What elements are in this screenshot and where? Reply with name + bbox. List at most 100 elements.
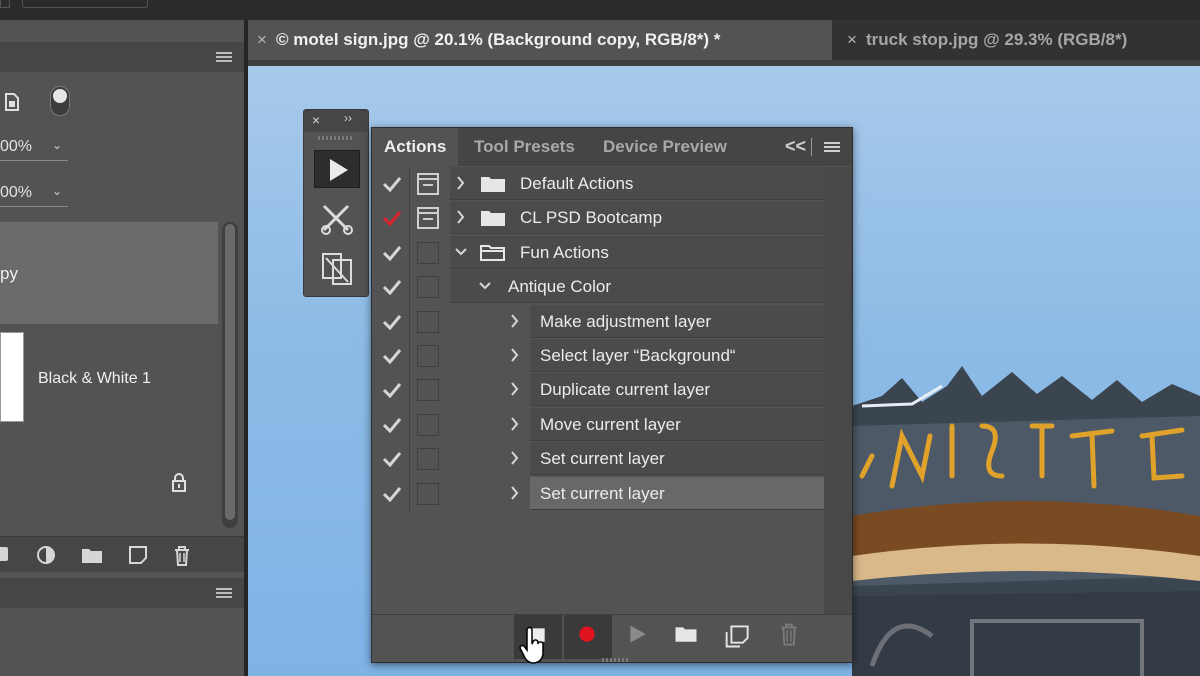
layer-name: py — [0, 264, 18, 283]
toggle-item-check-icon[interactable] — [380, 207, 404, 229]
chevron-right-icon[interactable] — [508, 484, 522, 502]
actions-panel-button[interactable] — [314, 150, 360, 188]
chevron-right-icon[interactable] — [454, 208, 468, 226]
motel-sign-image — [852, 366, 1200, 676]
fill-value: 00% — [0, 184, 33, 201]
action-row[interactable]: Set current layer — [372, 442, 824, 477]
action-label: Set current layer — [540, 483, 665, 503]
toggle-item-check-icon[interactable] — [380, 242, 404, 264]
close-icon[interactable]: × — [248, 20, 276, 60]
chevron-down-icon[interactable]: ⌄ — [52, 184, 62, 198]
action-item[interactable] — [450, 270, 824, 304]
folder-icon — [481, 177, 505, 192]
action-row[interactable]: Antique Color — [372, 270, 824, 305]
options-bar — [0, 0, 1200, 20]
action-label: Select layer “Background“ — [540, 346, 736, 365]
delete-icon[interactable] — [766, 615, 814, 657]
tab-truck-stop[interactable]: × truck stop.jpg @ 29.3% (RGB/8*) — [838, 20, 1200, 60]
lock-artboard-icon[interactable] — [4, 92, 20, 112]
chevron-right-icon[interactable] — [508, 346, 522, 364]
layer-name: Black & White 1 — [38, 370, 151, 387]
dialog-toggle[interactable] — [417, 310, 439, 333]
chevron-right-icon[interactable] — [508, 380, 522, 398]
close-icon[interactable]: × — [312, 112, 320, 128]
device-preview-icon[interactable] — [320, 250, 354, 286]
tab-tool-presets[interactable]: Tool Presets — [462, 128, 587, 166]
resize-grip[interactable] — [602, 658, 628, 662]
tab-label: truck stop.jpg @ 29.3% (RGB/8*) — [866, 30, 1128, 49]
panel-menu-icon[interactable] — [216, 52, 232, 62]
chevron-right-icon[interactable] — [508, 449, 522, 467]
document-tab-bar: × © motel sign.jpg @ 20.1% (Background co… — [248, 20, 1200, 60]
dialog-toggle[interactable] — [417, 448, 439, 471]
toggle-item-check-icon[interactable] — [380, 448, 404, 470]
expand-icon[interactable]: ›› — [344, 111, 352, 125]
tool-presets-icon[interactable] — [320, 202, 354, 236]
record-icon[interactable] — [564, 615, 612, 657]
action-row[interactable]: Select layer “Background“ — [372, 339, 824, 373]
play-icon[interactable] — [614, 615, 662, 657]
tab-actions[interactable]: Actions — [372, 128, 459, 166]
action-row[interactable]: Make adjustment layer — [372, 304, 824, 339]
dialog-toggle[interactable] — [417, 413, 439, 436]
panel-menu-icon[interactable] — [216, 588, 232, 598]
toggle-item-check-icon[interactable] — [380, 311, 404, 333]
action-row[interactable]: Set current layer — [372, 476, 824, 511]
dialog-toggle[interactable] — [417, 276, 439, 299]
dialog-toggle[interactable] — [417, 173, 439, 195]
action-row[interactable]: Duplicate current layer — [372, 373, 824, 408]
dialog-toggle[interactable] — [417, 345, 439, 367]
toggle-item-check-icon[interactable] — [380, 345, 404, 367]
new-action-icon[interactable] — [716, 615, 764, 657]
toggle-item-check-icon[interactable] — [380, 276, 404, 298]
actions-list: Default Actions CL PSD Bootcamp Fun Action… — [372, 167, 852, 615]
group-folder-icon[interactable] — [80, 545, 104, 565]
action-label: Move current layer — [540, 414, 681, 434]
chevron-down-icon[interactable] — [454, 243, 468, 261]
collapse-icon[interactable]: << — [785, 136, 806, 157]
chevron-right-icon[interactable] — [454, 174, 468, 192]
filter-toggle[interactable] — [50, 86, 70, 116]
mask-icon[interactable] — [0, 545, 10, 563]
dialog-toggle[interactable] — [417, 207, 439, 230]
chevron-right-icon[interactable] — [508, 415, 522, 433]
tab-label: © motel sign.jpg @ 20.1% (Background cop… — [276, 30, 721, 49]
toggle-item-check-icon[interactable] — [380, 173, 404, 195]
action-row[interactable]: Move current layer — [372, 407, 824, 442]
new-set-folder-icon[interactable] — [662, 615, 710, 657]
adjustment-layer-icon[interactable] — [36, 545, 58, 567]
action-row[interactable]: Fun Actions — [372, 235, 824, 270]
layer-row-selected[interactable]: py — [0, 222, 218, 324]
layers-scrollbar[interactable] — [222, 222, 238, 528]
fill-field[interactable]: 00% ⌄ — [0, 184, 68, 207]
layer-mask-thumbnail[interactable] — [0, 332, 24, 422]
chevron-down-icon[interactable] — [478, 277, 492, 295]
action-item[interactable] — [450, 235, 824, 269]
dialog-toggle[interactable] — [417, 241, 439, 264]
delete-icon[interactable] — [172, 545, 192, 567]
drag-handle[interactable] — [318, 136, 354, 140]
layers-panel: 00% ⌄ 00% ⌄ py Black & White 1 — [0, 20, 244, 676]
toggle-item-check-icon[interactable] — [380, 483, 404, 505]
options-dropdown[interactable] — [22, 0, 148, 8]
options-field[interactable] — [0, 0, 10, 8]
tab-motel-sign[interactable]: × © motel sign.jpg @ 20.1% (Background co… — [248, 20, 832, 60]
actions-scrollbar[interactable] — [824, 167, 852, 615]
panel-menu-icon[interactable] — [824, 142, 840, 154]
toggle-item-check-icon[interactable] — [380, 414, 404, 436]
opacity-field[interactable]: 00% ⌄ — [0, 138, 68, 161]
close-icon[interactable]: × — [838, 20, 866, 60]
photoshop-window: 00% ⌄ 00% ⌄ py Black & White 1 × © motel… — [0, 0, 1200, 676]
chevron-down-icon[interactable]: ⌄ — [52, 138, 62, 152]
chevron-right-icon[interactable] — [508, 312, 522, 330]
action-item[interactable] — [450, 167, 824, 200]
tab-device-preview[interactable]: Device Preview — [591, 128, 739, 166]
action-row[interactable]: Default Actions — [372, 167, 824, 201]
action-label: Antique Color — [508, 277, 612, 297]
dialog-toggle[interactable] — [417, 379, 439, 402]
toggle-item-check-icon[interactable] — [380, 379, 404, 401]
action-row[interactable]: CL PSD Bootcamp — [372, 201, 824, 236]
new-layer-icon[interactable] — [128, 545, 148, 565]
layer-row[interactable]: Black & White 1 — [0, 326, 218, 430]
dialog-toggle[interactable] — [417, 482, 439, 505]
